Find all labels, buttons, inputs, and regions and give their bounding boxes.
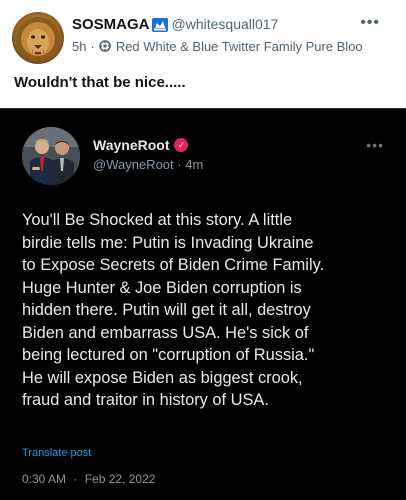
separator-dot: · — [73, 472, 78, 486]
quoted-more-options-icon: ••• — [366, 137, 384, 153]
quoted-author-display-name: WayneRoot — [93, 137, 170, 153]
translate-post-link: Translate post — [22, 447, 92, 459]
lion-avatar-image — [16, 17, 60, 61]
quoted-author-handle: @WayneRoot — [93, 157, 174, 172]
quoted-tweet-screenshot: WayneRoot ✓ @WayneRoot · 4m ••• You'll B… — [0, 108, 406, 500]
verified-badge-icon: ✓ — [174, 138, 189, 152]
quoted-author-avatar — [22, 127, 80, 185]
quoted-handle-row: @WayneRoot · 4m — [93, 157, 203, 172]
quoted-body-line: Biden and embarrass USA. He's sick of — [22, 323, 309, 342]
quoted-tweet-body: You'll Be Shocked at this story. A littl… — [22, 209, 398, 412]
post-header: SOSMAGA @whitesquall017 5h · Red White &… — [72, 14, 402, 56]
quoted-body-line: You'll Be Shocked at this story. A littl… — [22, 211, 293, 229]
two-men-avatar-image — [22, 127, 80, 185]
quoted-body-line: being lectured on "corruption of Russia.… — [22, 346, 315, 364]
quoted-body-line: hidden there. Putin will get it all, des… — [22, 301, 311, 319]
post-text: Wouldn't that be nice..... — [14, 74, 186, 91]
author-handle[interactable]: @whitesquall017 — [172, 16, 279, 32]
quoted-body-line: Huge Hunter & Joe Biden corruption is — [22, 278, 302, 297]
blue-emblem-icon — [151, 18, 168, 32]
separator-dot: · — [177, 157, 182, 172]
more-options-icon[interactable]: ••• — [360, 14, 380, 32]
quoted-timestamp: 0:30 AM · Feb 22, 2022 — [22, 472, 155, 486]
community-icon — [99, 40, 111, 52]
quoted-body-line: He will expose Biden as biggest crook, — [22, 368, 303, 387]
author-display-name[interactable]: SOSMAGA — [72, 16, 150, 33]
quoted-tweet-time: 4m — [185, 157, 204, 172]
quoted-timestamp-time: 0:30 AM — [22, 472, 67, 486]
post-time[interactable]: 5h — [72, 39, 86, 54]
separator-dot: · — [90, 38, 95, 54]
quoted-name-row: WayneRoot ✓ — [93, 137, 189, 153]
quoted-body-line: birdie tells me: Putin is Invading Ukrai… — [22, 233, 314, 252]
community-name[interactable]: Red White & Blue Twitter Family Pure Blo… — [116, 39, 363, 54]
quoted-body-line: fraud and traitor in history of USA. — [22, 391, 269, 409]
quoted-body-line: to Expose Secrets of Biden Crime Family. — [22, 256, 325, 274]
author-avatar[interactable] — [12, 12, 64, 64]
quoted-timestamp-date: Feb 22, 2022 — [84, 472, 156, 486]
post: SOSMAGA @whitesquall017 5h · Red White &… — [0, 0, 406, 500]
